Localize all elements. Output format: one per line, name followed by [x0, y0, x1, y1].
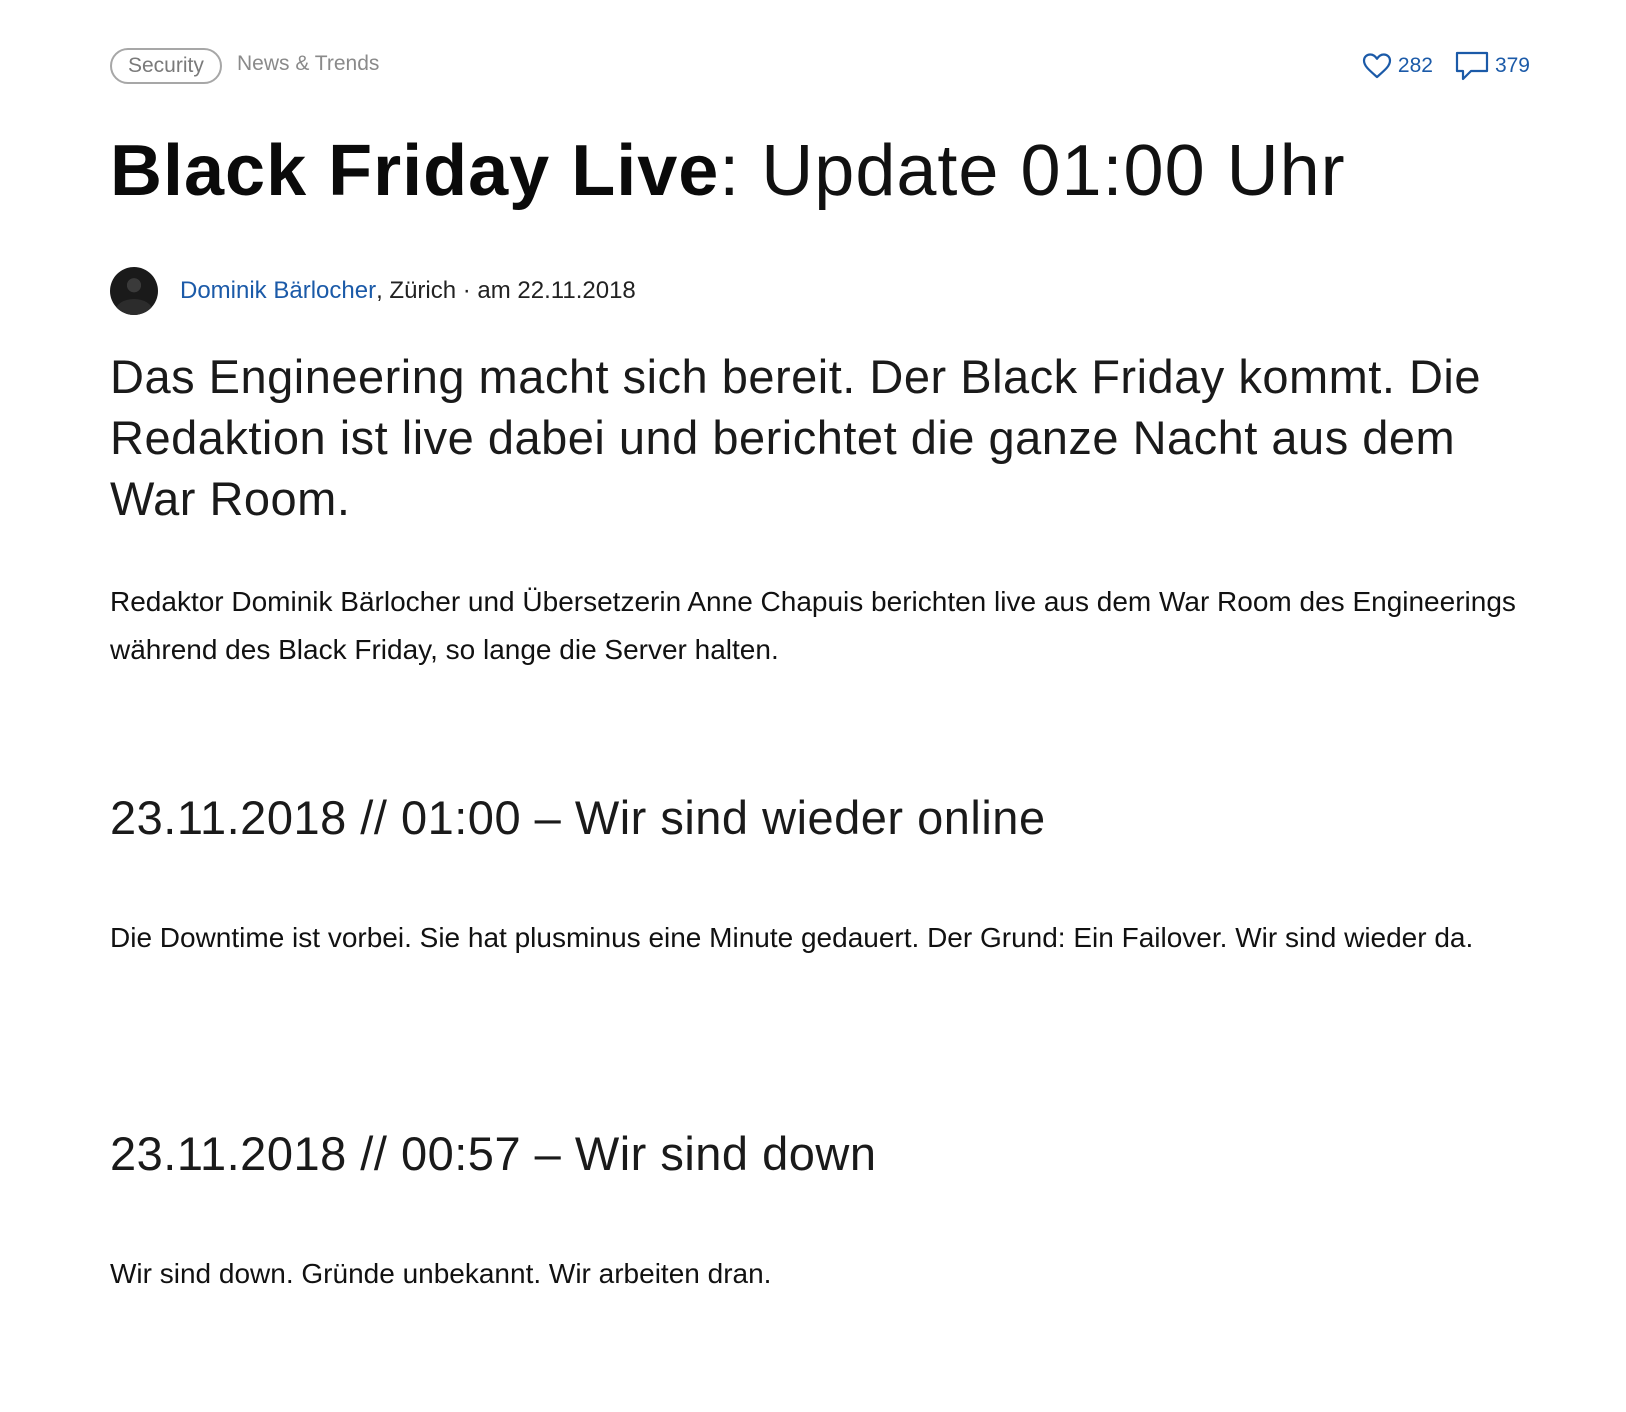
update-heading: 23.11.2018 // 01:00 – Wir sind wieder on… [110, 791, 1046, 844]
article-intro: Redaktor Dominik Bärlocher und Übersetze… [110, 586, 1516, 665]
author-link[interactable]: Dominik Bärlocher [180, 277, 376, 305]
article-topbar: Security News & Trends 282 379 [110, 48, 1530, 88]
title-rest: : Update 01:00 Uhr [719, 131, 1346, 211]
byline: Dominik Bärlocher , Zürich · am 22.11.20… [110, 266, 636, 316]
article-stats: 282 379 [1340, 50, 1530, 82]
tag-security[interactable]: Security [110, 48, 222, 84]
comment-icon [1455, 50, 1489, 82]
comments-button[interactable]: 379 [1455, 50, 1530, 82]
title-strong: Black Friday Live [110, 131, 720, 211]
like-button[interactable]: 282 [1362, 52, 1433, 80]
category-link[interactable]: News & Trends [237, 52, 379, 76]
comment-count: 379 [1494, 54, 1530, 77]
avatar[interactable] [110, 267, 158, 315]
article-lead: Das Engineering macht sich bereit. Der B… [110, 350, 1481, 525]
update-body: Wir sind down. Gründe unbekannt. Wir arb… [110, 1258, 772, 1289]
update-heading: 23.11.2018 // 00:57 – Wir sind down [110, 1127, 877, 1180]
like-count: 282 [1397, 54, 1433, 77]
author-meta: , Zürich · am 22.11.2018 [376, 277, 636, 304]
update-body: Die Downtime ist vorbei. Sie hat plusmin… [110, 922, 1474, 953]
page-title: Black Friday Live: Update 01:00 Uhr [110, 128, 1346, 214]
heart-icon [1362, 52, 1392, 80]
